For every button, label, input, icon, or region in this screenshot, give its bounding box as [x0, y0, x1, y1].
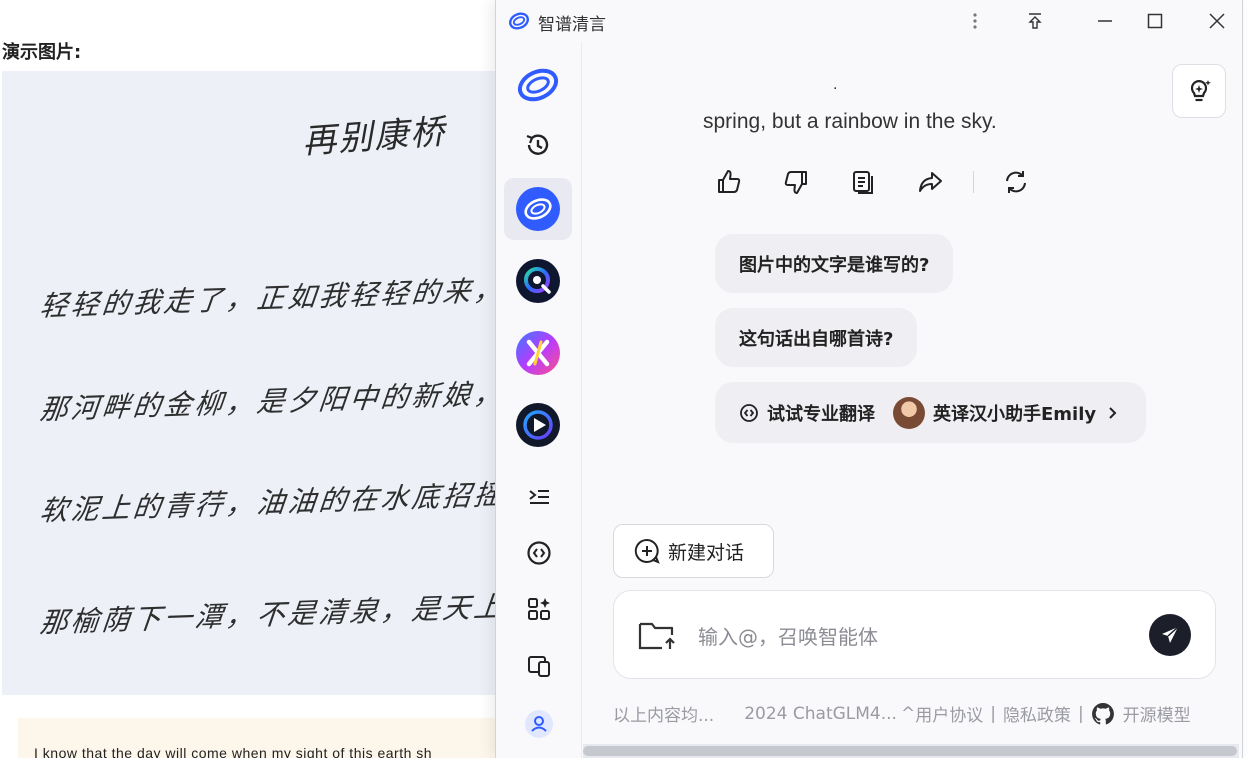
sidebar-user-button[interactable]	[521, 706, 557, 742]
horizontal-scrollbar[interactable]	[583, 744, 1239, 758]
sidebar-translate-button[interactable]	[521, 535, 557, 571]
copy-icon	[853, 171, 873, 194]
open-source-models-link[interactable]: 开源模型	[1123, 701, 1191, 726]
inspiration-button[interactable]	[1172, 64, 1226, 118]
user-agreement-link[interactable]: 用户协议	[915, 701, 983, 726]
apps-icon	[528, 598, 550, 620]
close-icon	[1209, 13, 1225, 29]
share-button[interactable]	[912, 164, 948, 200]
pin-top-button[interactable]	[1018, 6, 1052, 36]
sidebar-devices-button[interactable]	[521, 648, 557, 684]
chevron-right-icon	[1109, 406, 1117, 419]
more-vertical-icon	[973, 13, 977, 29]
footer: 以上内容均... 2024 ChatGLM4... ^ 用户协议 | 隐私政策 …	[613, 701, 1191, 726]
sidebar-apps-button[interactable]	[521, 591, 557, 627]
user-avatar-icon	[525, 710, 553, 738]
title-bar[interactable]: 智谱清言	[496, 0, 1242, 42]
collapse-menu-icon	[529, 490, 549, 504]
handwriting-line: 那榆荫下一潭，不是清泉，是天上虹，揉碎	[38, 585, 520, 640]
x-agent-icon	[516, 331, 560, 375]
answer-fragment: .	[833, 76, 838, 93]
translate-suggestion[interactable]: 试试专业翻译 英译汉小助手Emily	[715, 382, 1147, 443]
emily-avatar	[893, 396, 925, 429]
scrollbar-thumb[interactable]	[583, 746, 1237, 756]
minimize-button[interactable]	[1088, 6, 1122, 36]
sidebar-item-x-agent[interactable]	[504, 322, 572, 384]
translate-icon	[527, 541, 551, 565]
thumbs-up-icon	[718, 170, 741, 193]
like-button[interactable]	[711, 164, 747, 200]
handwriting-image: 再别康桥 轻轻的我走了，正如我轻轻的来，我轻轻 那河畔的金柳，是夕阳中的新娘，波…	[2, 71, 520, 695]
chat-input-box[interactable]: 输入@，召唤智能体	[613, 590, 1216, 679]
maximize-icon	[1147, 13, 1163, 29]
message-actions	[711, 162, 1065, 202]
share-icon	[919, 172, 942, 192]
thumbs-down-icon	[784, 171, 807, 194]
handwriting-title: 再别康桥	[301, 112, 448, 162]
refresh-icon	[1006, 171, 1026, 193]
close-button[interactable]	[1200, 6, 1234, 36]
handwriting-line: 软泥上的青荇，油油的在水底招摇，在康河	[38, 473, 520, 528]
quote-text: I know that the day will come when my si…	[34, 745, 433, 758]
chatglm-agent-icon	[516, 187, 560, 231]
video-agent-icon	[516, 403, 560, 447]
history-icon	[526, 134, 549, 155]
dislike-button[interactable]	[778, 164, 814, 200]
translate-agent-name: 英译汉小助手Emily	[933, 403, 1097, 425]
privacy-policy-link[interactable]: 隐私政策	[1003, 701, 1071, 726]
footer-divider: |	[1077, 703, 1084, 724]
background-page: 演示图片: 再别康桥 轻轻的我走了，正如我轻轻的来，我轻轻 那河畔的金柳，是夕阳…	[0, 0, 520, 758]
pin-top-icon	[1028, 13, 1042, 29]
sidebar-item-logo[interactable]	[504, 54, 572, 116]
disclaimer-text: 以上内容均...	[613, 706, 715, 726]
suggestion-text: 这句话出自哪首诗?	[739, 328, 894, 350]
sidebar-item-chatglm[interactable]	[504, 178, 572, 240]
more-options-button[interactable]	[958, 6, 992, 36]
sidebar-item-search-agent[interactable]	[504, 250, 572, 312]
demo-image-heading: 演示图片:	[2, 42, 82, 63]
new-chat-icon	[634, 538, 660, 564]
chat-main: . spring, but a rainbow in the sky. 图片中的…	[583, 42, 1243, 758]
maximize-button[interactable]	[1138, 6, 1172, 36]
copyright-text: 2024 ChatGLM4...	[744, 703, 897, 724]
new-chat-button[interactable]: 新建对话	[613, 524, 774, 578]
search-agent-icon	[516, 259, 560, 303]
sidebar-collapse-button[interactable]	[521, 479, 557, 515]
translate-icon	[740, 403, 758, 422]
sidebar	[496, 42, 582, 758]
devices-icon	[528, 656, 550, 677]
window-title: 智谱清言	[538, 15, 606, 35]
send-icon	[1162, 626, 1179, 643]
translate-prompt: 试试专业翻译	[767, 403, 875, 425]
upload-file-icon[interactable]	[638, 619, 678, 651]
suggestion-chip[interactable]: 这句话出自哪首诗?	[715, 308, 918, 367]
github-icon[interactable]	[1091, 702, 1115, 726]
handwriting-line: 那河畔的金柳，是夕阳中的新娘，波光	[38, 374, 520, 427]
expand-caret[interactable]: ^	[901, 704, 915, 724]
app-window: 智谱清言 . spring, but a rainbow in the sky.…	[495, 0, 1243, 758]
zhipu-logo-icon	[517, 68, 559, 102]
copy-button[interactable]	[845, 164, 881, 200]
sidebar-item-video-agent[interactable]	[504, 394, 572, 456]
chat-input-placeholder: 输入@，召唤智能体	[698, 625, 878, 649]
answer-text: spring, but a rainbow in the sky.	[703, 110, 997, 133]
app-logo-icon	[509, 12, 529, 30]
suggestion-chip[interactable]: 图片中的文字是谁写的?	[715, 234, 954, 293]
lightbulb-icon	[1190, 80, 1211, 102]
handwriting-line: 轻轻的我走了，正如我轻轻的来，我轻轻	[38, 270, 520, 323]
suggestion-text: 图片中的文字是谁写的?	[739, 254, 930, 276]
minimize-icon	[1098, 20, 1112, 22]
new-chat-label: 新建对话	[668, 541, 745, 564]
footer-divider: |	[990, 703, 996, 724]
actions-divider	[973, 171, 974, 193]
regenerate-button[interactable]	[998, 164, 1034, 200]
sidebar-item-history[interactable]	[504, 114, 572, 176]
quote-box: I know that the day will come when my si…	[18, 718, 520, 758]
send-button[interactable]	[1149, 614, 1191, 656]
